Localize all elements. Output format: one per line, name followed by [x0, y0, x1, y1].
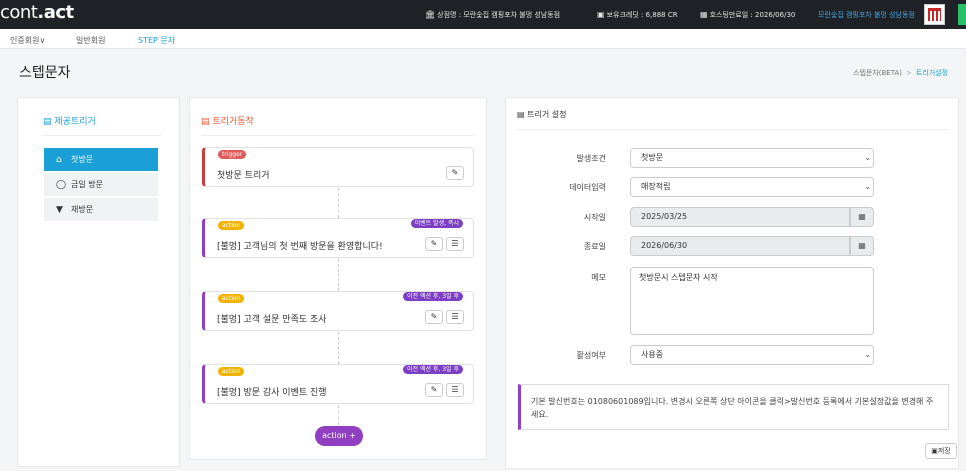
action-pill: action: [218, 294, 245, 303]
timing-badge: 이전 액션 후, 3일 후: [403, 292, 463, 301]
save-icon: ▣: [931, 447, 938, 455]
chevron-down-icon: ⌄: [864, 182, 871, 191]
divider: [517, 129, 949, 130]
cart-icon: ▼: [56, 205, 63, 215]
store-avatar[interactable]: [924, 4, 945, 25]
data-input-label: 데이터입력: [569, 183, 606, 192]
edit-pencil-icon[interactable]: ✎: [425, 237, 443, 251]
edit-pencil-icon[interactable]: ✎: [425, 310, 443, 324]
edit-pencil-icon[interactable]: ✎: [425, 383, 443, 397]
action-card-text: [불멍] 방문 감사 이벤트 진행: [217, 388, 327, 398]
top-bar: cont.act 🏛 상점명 : 모란숯집 캠핑포차 불멍 성남동점 ▣ 보유크레딧…: [0, 0, 966, 29]
memo-label: 메모: [591, 273, 606, 282]
store-name-info: 🏛 상점명 : 모란숯집 캠핑포차 불멍 성남동점: [425, 10, 561, 19]
breadcrumb-current: 트리거설정: [915, 69, 949, 77]
data-input-select[interactable]: 매장적립 ⌄: [630, 177, 874, 197]
trigger-settings-heading: ▤ 트리거 설정: [517, 110, 567, 119]
connector-line: [338, 405, 339, 425]
hosting-info: ▦ 호스팅만료일 : 2026/06/30: [700, 10, 796, 19]
breadcrumb: 스텝문자(BETA) > 트리거설정: [853, 69, 949, 77]
active-select[interactable]: 사용중 ⌄: [630, 345, 874, 365]
wallet-icon: ▣: [597, 10, 605, 19]
action-card-text: [불멍] 고객 설문 만족도 조사: [217, 315, 327, 325]
trigger-actions-panel: ▤ 트리거동작 trigger 첫방문 트리거 ✎ action 이벤트 발생,…: [189, 97, 487, 460]
trigger-card-text: 첫방문 트리거: [217, 171, 270, 181]
store-link[interactable]: 모란숯집 캠핑포차 불멍 성남동점: [818, 10, 915, 20]
trigger-item-first-visit[interactable]: ⌂ 첫방문: [44, 148, 158, 172]
action-card[interactable]: action 이전 액션 후, 3일 후 [불멍] 고객 설문 만족도 조사 ✎…: [202, 291, 474, 331]
add-action-button[interactable]: action +: [315, 426, 363, 446]
sender-number-notice: 기본 발신번호는 01080601089입니다. 변경시 오른쪽 상단 아이콘을…: [518, 384, 949, 430]
trigger-list-panel: ▤ 제공트리거 ⌂ 첫방문 ◯ 금일 방문 ▼ 재방문: [17, 97, 180, 467]
nav-bar: 인증회원∨ 일반회원 STEP 문자: [0, 29, 966, 49]
nav-general-members[interactable]: 일반회원: [76, 35, 105, 46]
credit-info: ▣ 보유크레딧 : 6,888 CR: [597, 10, 678, 19]
bank-icon: 🏛: [425, 10, 436, 19]
trigger-actions-heading: ▤ 트리거동작: [201, 117, 254, 127]
app-logo[interactable]: cont.act: [0, 2, 74, 23]
nav-certified-members[interactable]: 인증회원∨: [10, 35, 45, 46]
end-date-field[interactable]: 2026/06/30: [630, 236, 850, 256]
start-date-field[interactable]: 2025/03/25: [630, 207, 850, 227]
connector-line: [338, 259, 339, 291]
action-card[interactable]: action 이벤트 발생, 즉시 [불멍] 고객님의 첫 번째 방문을 환영합…: [202, 218, 474, 258]
list-icon[interactable]: ☰: [446, 237, 464, 251]
edit-pencil-icon[interactable]: ✎: [446, 166, 464, 180]
nav-step-sms[interactable]: STEP 문자: [138, 35, 175, 46]
message-icon: ▤: [43, 117, 52, 127]
trigger-item-today-visit[interactable]: ◯ 금일 방문: [44, 173, 158, 197]
message-icon: ▤: [201, 117, 210, 127]
calendar-icon[interactable]: ▦: [850, 207, 874, 227]
trigger-pill: trigger: [218, 150, 247, 159]
memo-textarea[interactable]: 첫방문시 스텝문자 시작: [630, 267, 874, 335]
side-toggle-button[interactable]: [958, 4, 966, 25]
divider: [201, 135, 474, 136]
trigger-item-revisit[interactable]: ▼ 재방문: [44, 198, 158, 222]
storefront-icon: [928, 8, 941, 21]
end-date-label: 종료일: [583, 242, 606, 251]
calendar-icon[interactable]: ▦: [850, 236, 874, 256]
timing-badge: 이벤트 발생, 즉시: [410, 219, 463, 228]
connector-line: [338, 332, 339, 364]
chevron-down-icon: ⌄: [864, 350, 871, 359]
action-card[interactable]: action 이전 액션 후, 3일 후 [불멍] 방문 감사 이벤트 진행 ✎…: [202, 364, 474, 404]
chevron-down-icon: ⌄: [864, 153, 871, 162]
timing-badge: 이전 액션 후, 3일 후: [403, 365, 463, 374]
condition-select[interactable]: 첫방문 ⌄: [630, 148, 874, 168]
home-icon: ⌂: [56, 155, 62, 165]
calendar-icon: ▦: [700, 10, 708, 19]
save-button[interactable]: ▣저장: [925, 443, 957, 459]
action-pill: action: [218, 221, 245, 230]
divider: [43, 135, 161, 136]
start-date-label: 시작일: [583, 213, 606, 222]
connector-line: [338, 188, 339, 218]
breadcrumb-parent[interactable]: 스텝문자(BETA): [853, 69, 902, 77]
user-icon: ◯: [56, 180, 67, 190]
list-icon[interactable]: ☰: [446, 383, 464, 397]
trigger-settings-panel: ▤ 트리거 설정 발생조건 첫방문 ⌄ 데이터입력 매장적립 ⌄ 시작일 2025/…: [505, 97, 959, 469]
trigger-card[interactable]: trigger 첫방문 트리거 ✎: [202, 147, 474, 187]
condition-label: 발생조건: [576, 154, 606, 163]
action-card-text: [불멍] 고객님의 첫 번째 방문을 환영합니다!: [217, 242, 383, 252]
page-title: 스텝문자: [19, 65, 71, 81]
message-icon: ▤: [517, 110, 525, 119]
active-label: 활성여부: [576, 351, 606, 360]
list-icon[interactable]: ☰: [446, 310, 464, 324]
trigger-list-heading: ▤ 제공트리거: [43, 117, 96, 127]
action-pill: action: [218, 367, 245, 376]
